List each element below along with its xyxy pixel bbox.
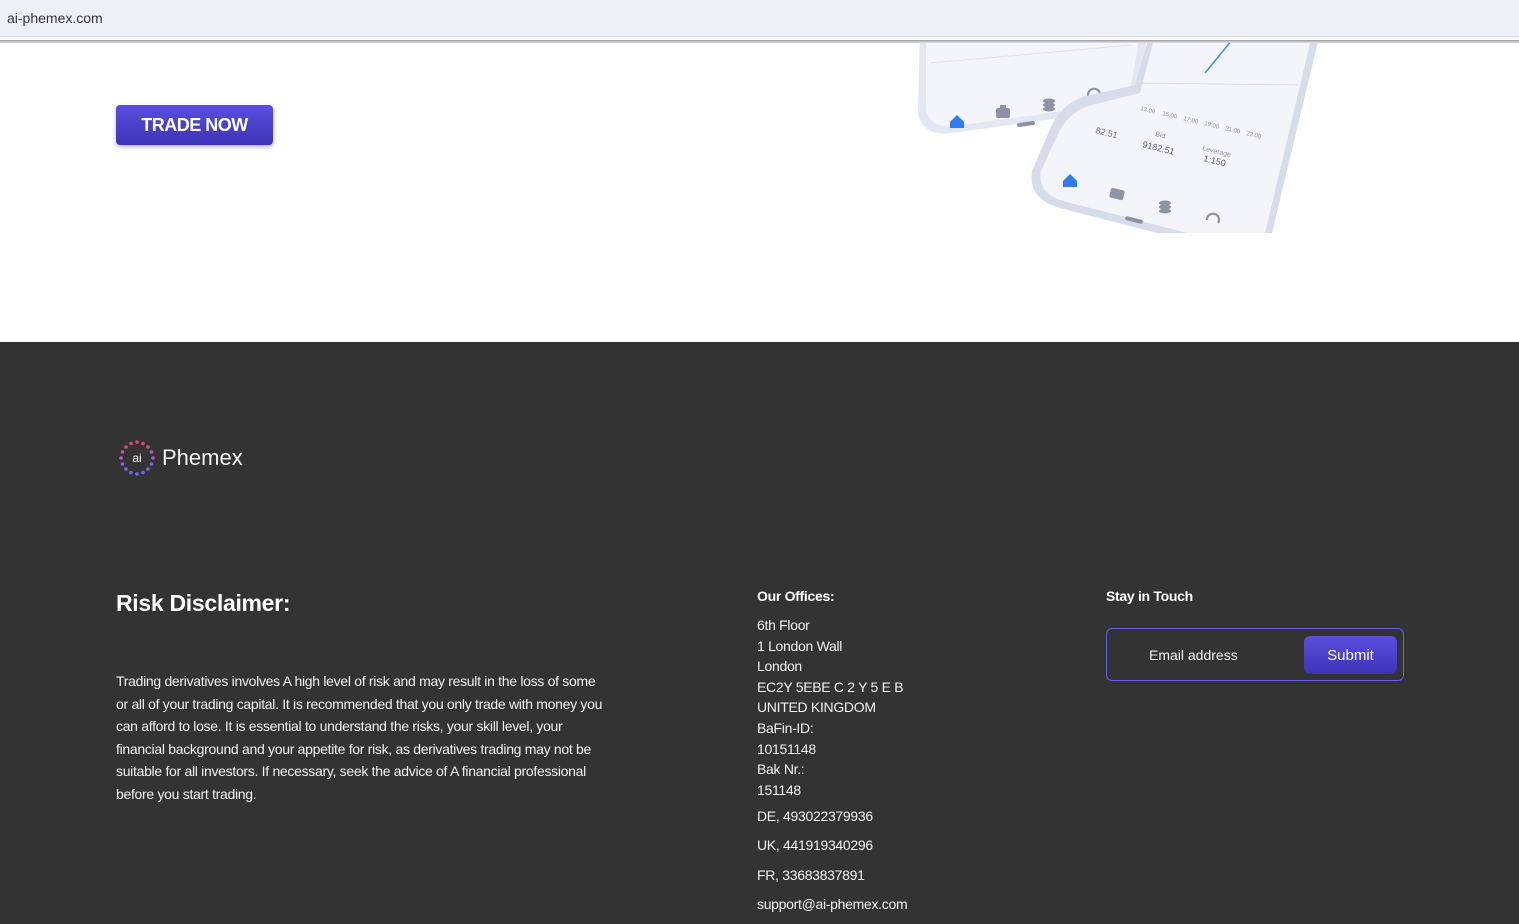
hero-section: TRADE NOW 13:00 15:00 17:00 19:00 21:00 … bbox=[0, 43, 1519, 342]
svg-text:ai: ai bbox=[132, 451, 141, 465]
phone-uk[interactable]: UK, 441919340296 bbox=[757, 837, 873, 853]
address-line: BaFin-ID: bbox=[757, 719, 814, 736]
address-line: 1 London Wall bbox=[757, 637, 843, 654]
address-line: Bak Nr.: bbox=[757, 761, 805, 778]
address-line: UNITED KINGDOM bbox=[757, 699, 876, 716]
risk-disclaimer-heading: Risk Disclaimer: bbox=[116, 590, 291, 616]
offices-heading: Our Offices: bbox=[757, 588, 835, 604]
address-line: 151148 bbox=[757, 781, 801, 798]
phemex-logo[interactable]: ai Phemex bbox=[118, 438, 243, 478]
phone-fr[interactable]: FR, 33683837891 bbox=[757, 867, 865, 883]
address-line: 10151148 bbox=[757, 740, 816, 757]
logo-wordmark: Phemex bbox=[162, 445, 243, 470]
email-input[interactable] bbox=[1119, 638, 1299, 672]
risk-disclaimer-text: Trading derivatives involves A high leve… bbox=[116, 673, 603, 802]
newsletter-form: Submit bbox=[1106, 628, 1404, 681]
url-text: ai-phemex.com bbox=[7, 10, 103, 26]
phone-de[interactable]: DE, 493022379936 bbox=[757, 808, 873, 824]
coins-icon bbox=[1159, 200, 1171, 214]
phone-mockup-illustration: 13:00 15:00 17:00 19:00 21:00 23:00 82.5… bbox=[918, 43, 1318, 233]
stay-in-touch-heading: Stay in Touch bbox=[1106, 588, 1193, 604]
submit-button[interactable]: Submit bbox=[1304, 636, 1397, 674]
browser-address-bar[interactable]: ai-phemex.com bbox=[0, 0, 1519, 37]
office-address: 6th Floor 1 London Wall London EC2Y 5EBE… bbox=[757, 615, 904, 800]
address-line: EC2Y 5EBE C 2 Y 5 E B bbox=[757, 678, 904, 695]
site-footer: ai Phemex Risk Disclaimer: Trading deriv… bbox=[0, 342, 1519, 924]
address-line: London bbox=[757, 658, 802, 675]
address-line: 6th Floor bbox=[757, 617, 810, 633]
support-email-link[interactable]: support@ai-phemex.com bbox=[757, 896, 908, 912]
trade-now-button[interactable]: TRADE NOW bbox=[116, 105, 273, 145]
logo-dots-icon: ai bbox=[119, 440, 155, 476]
coins-icon bbox=[1043, 98, 1055, 112]
